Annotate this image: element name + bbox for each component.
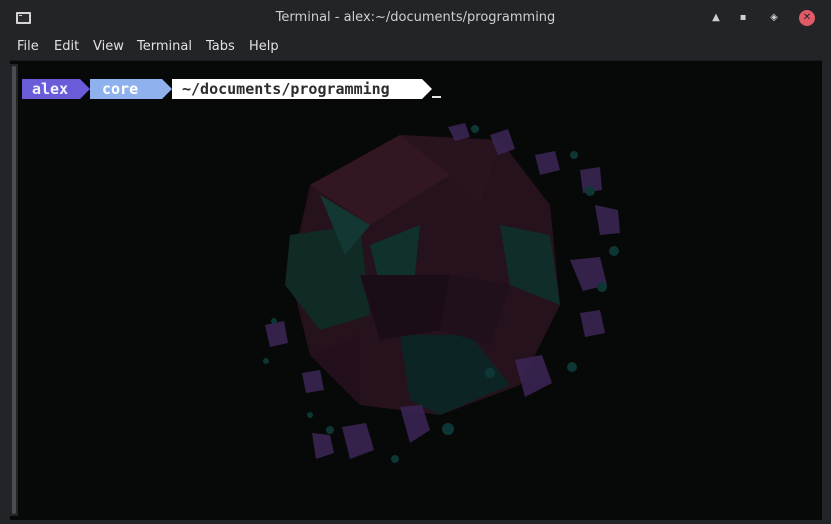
- scrollbar-thumb[interactable]: [12, 66, 16, 514]
- prompt-path: ~/documents/programming: [172, 79, 422, 99]
- background-artwork: [263, 123, 620, 463]
- text-cursor: [432, 96, 441, 98]
- close-icon[interactable]: ✕: [799, 10, 815, 26]
- prompt-separator: [422, 79, 432, 99]
- minimize-icon[interactable]: ▪: [736, 11, 750, 25]
- prompt-separator: [162, 79, 172, 99]
- menu-edit[interactable]: Edit: [54, 39, 79, 54]
- prompt-separator: [80, 79, 90, 99]
- menu-view[interactable]: View: [93, 39, 124, 54]
- title-bar[interactable]: Terminal - alex:~/documents/programming …: [0, 0, 831, 36]
- menu-tabs[interactable]: Tabs: [206, 39, 235, 54]
- prompt-user: alex: [22, 79, 80, 99]
- menu-bar: File Edit View Terminal Tabs Help: [0, 36, 831, 58]
- menu-terminal[interactable]: Terminal: [137, 39, 192, 54]
- terminal-window: Terminal - alex:~/documents/programming …: [0, 0, 831, 524]
- menu-help[interactable]: Help: [249, 39, 279, 54]
- maximize-icon[interactable]: ◈: [767, 11, 781, 25]
- window-title: Terminal - alex:~/documents/programming: [275, 10, 556, 25]
- prompt-host: core: [90, 79, 162, 99]
- menu-file[interactable]: File: [17, 39, 39, 54]
- eject-icon[interactable]: ▲: [709, 11, 723, 25]
